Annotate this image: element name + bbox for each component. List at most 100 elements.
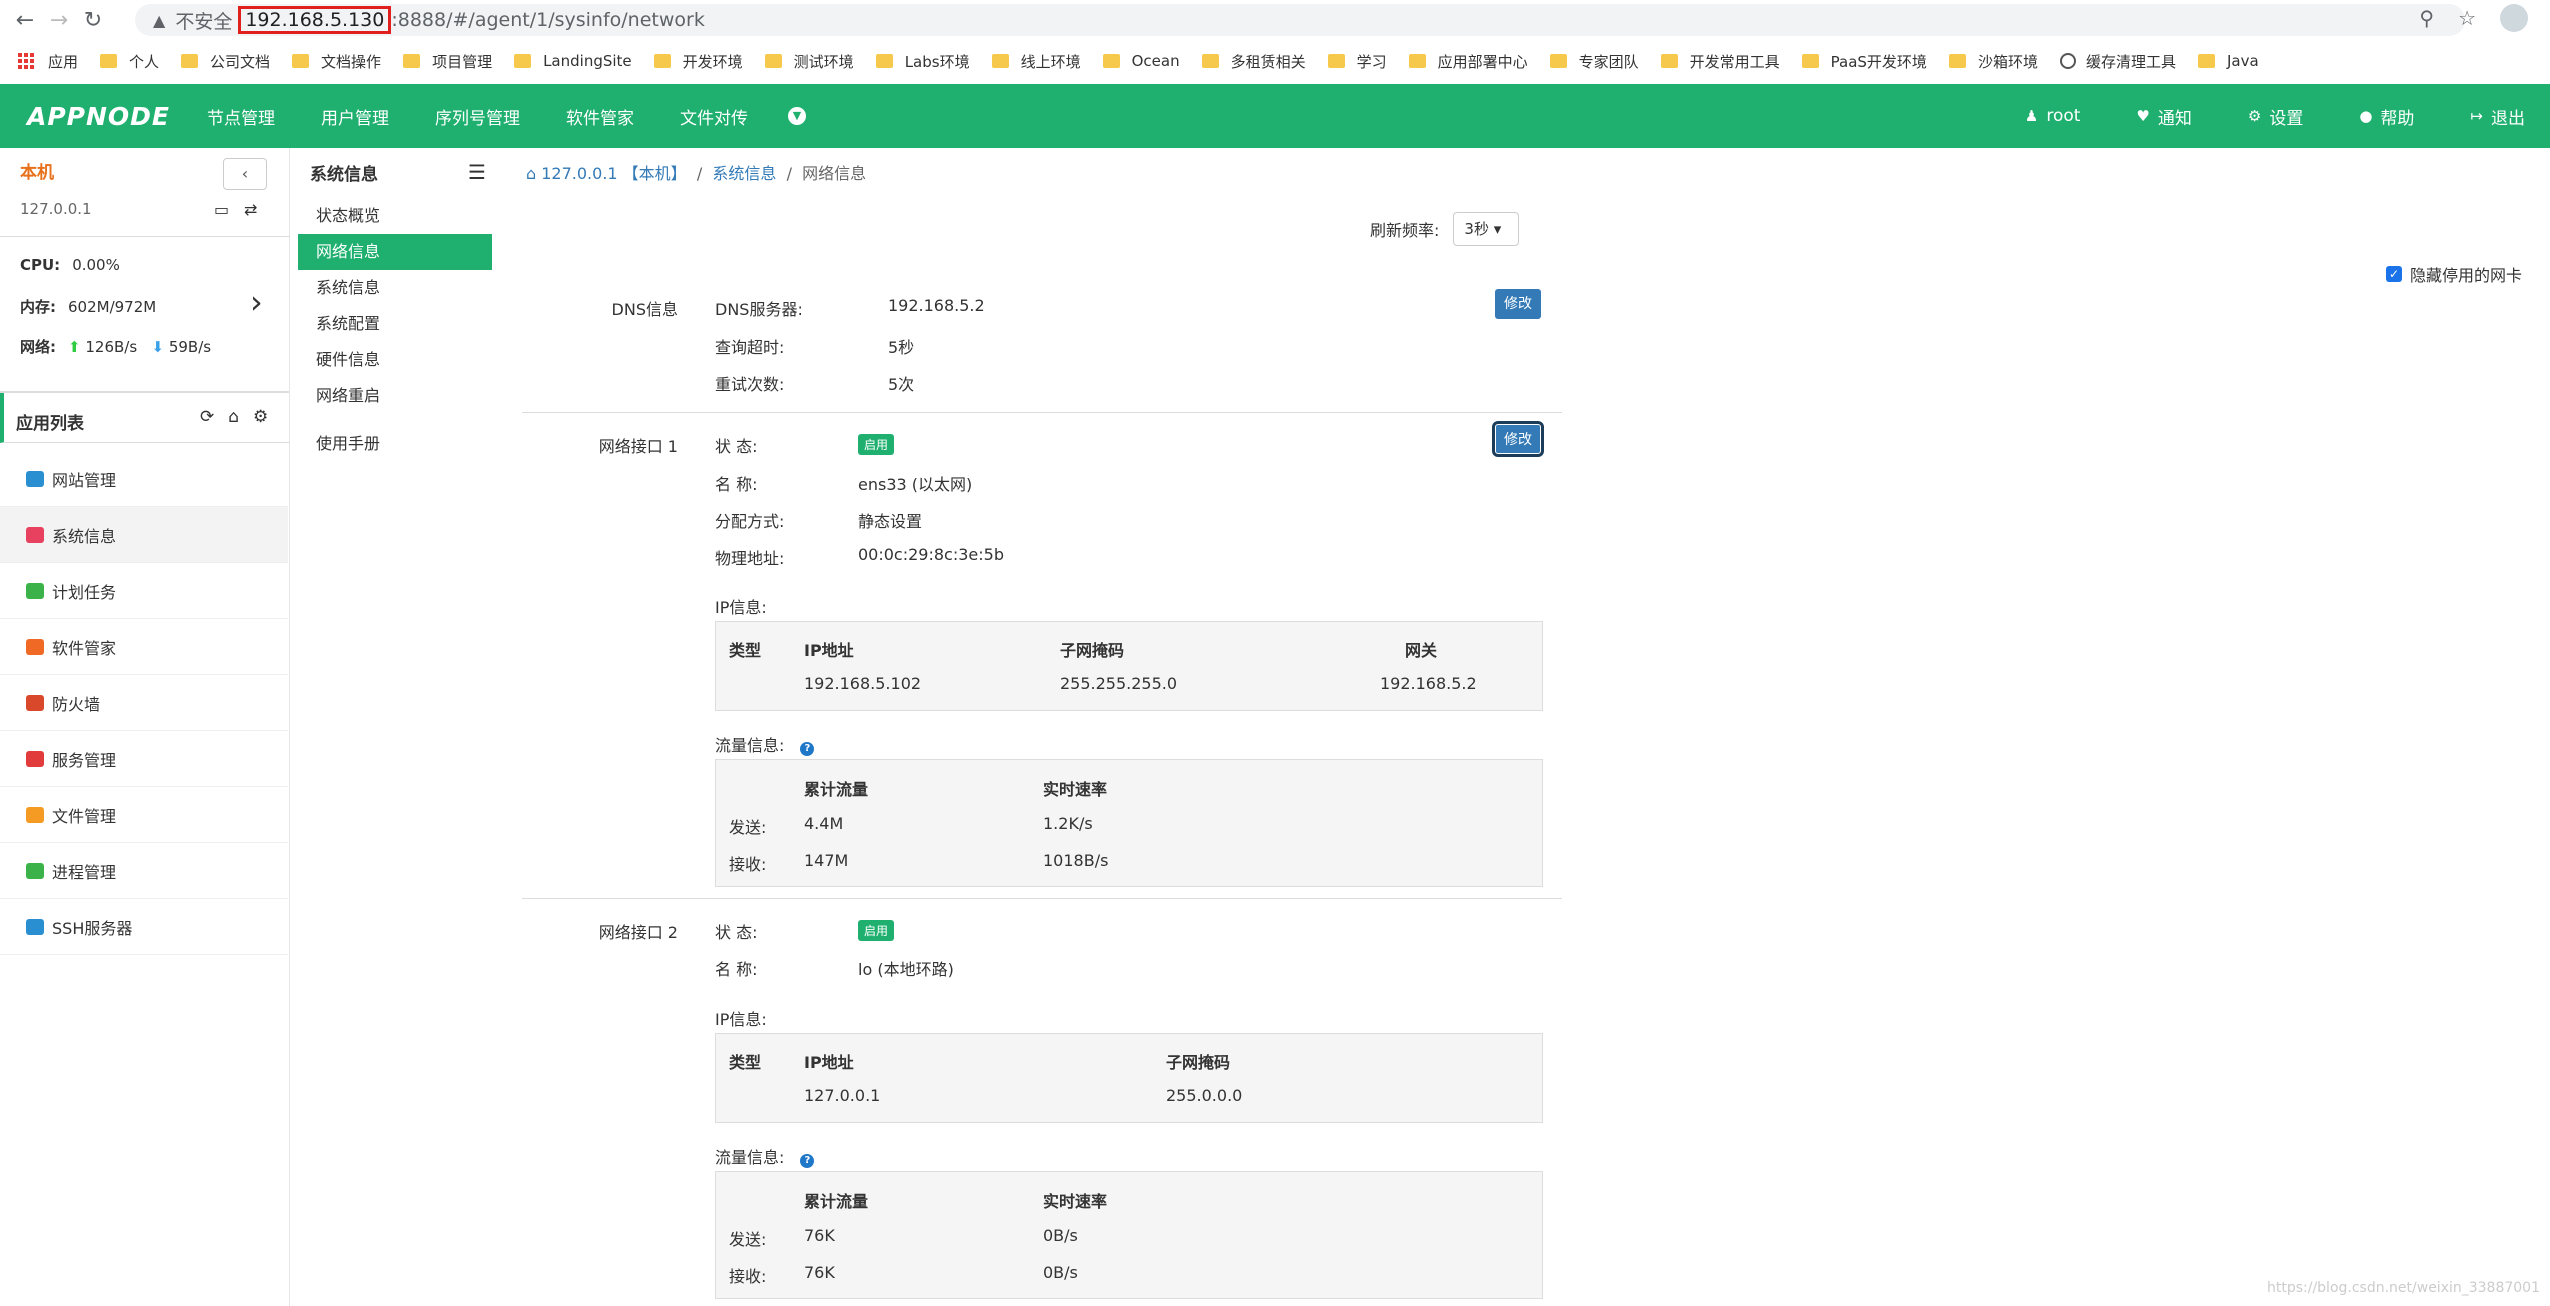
bookmark-folder[interactable]: Labs环境 [875, 51, 970, 72]
address-bar[interactable]: ▲ 不安全 192.168.5.130:8888/#/agent/1/sysin… [135, 4, 2465, 36]
forward-icon[interactable]: → [42, 8, 76, 33]
gear-icon[interactable]: ⚙ [253, 407, 268, 427]
bookmark-folder[interactable]: 应用部署中心 [1408, 51, 1528, 72]
bookmark-folder[interactable]: 项目管理 [403, 51, 492, 72]
col-ip: IP地址 [804, 1053, 854, 1072]
nic2-name-label: 名 称: [715, 960, 758, 979]
breadcrumb-host[interactable]: 127.0.0.1 【本机】 [541, 164, 686, 183]
bookmark-folder[interactable]: 测试环境 [764, 51, 854, 72]
nav-serial-management[interactable]: 序列号管理 [435, 104, 520, 129]
nav-file-transfer[interactable]: 文件对传 [680, 104, 748, 129]
host-title[interactable]: 本机 [20, 158, 54, 183]
app-list-actions: ⟳ ⌂ ⚙ [200, 407, 268, 427]
sidebar-item-sysinfo[interactable]: 系统信息 [0, 507, 288, 563]
profile-avatar[interactable] [2500, 4, 2528, 32]
sidebar-item-process[interactable]: 进程管理 [0, 843, 288, 899]
bookmark-folder[interactable]: 专家团队 [1549, 51, 1639, 72]
bookmark-folder[interactable]: 开发常用工具 [1660, 51, 1780, 72]
subnav-system[interactable]: 系统信息 [298, 270, 492, 306]
sidebar-item-cron[interactable]: 计划任务 [0, 563, 288, 619]
subnav-network[interactable]: 网络信息 [298, 234, 492, 270]
home-icon[interactable]: ⌂ [526, 164, 536, 183]
sidebar-item-website[interactable]: 网站管理 [0, 451, 288, 507]
sidebar-item-software[interactable]: 软件管家 [0, 619, 288, 675]
home-icon[interactable]: ⌂ [228, 407, 239, 427]
chevron-down-icon[interactable]: ▼ [788, 107, 806, 125]
settings-menu[interactable]: ⚙ 设置 [2248, 104, 2303, 129]
col-total: 累计流量 [804, 1192, 869, 1211]
bookmark-folder[interactable]: LandingSite [514, 52, 632, 70]
bookmark-folder[interactable]: 公司文档 [181, 51, 270, 72]
bookmark-folder[interactable]: 线上环境 [991, 51, 1081, 72]
nav-software-manager[interactable]: 软件管家 [566, 104, 634, 129]
user-menu[interactable]: ♟ root [2025, 106, 2081, 126]
help-icon[interactable]: ? [800, 742, 815, 756]
firewall-icon [26, 694, 44, 711]
url-host: 192.168.5.130 [238, 6, 392, 34]
nav-node-management[interactable]: 节点管理 [207, 104, 275, 129]
edit-nic1-button[interactable]: 修改 [1495, 424, 1541, 454]
bookmark-folder[interactable]: PaaS开发环境 [1801, 51, 1927, 72]
logout-menu[interactable]: ↦ 退出 [2470, 104, 2525, 129]
bookmark-label: PaaS开发环境 [1830, 52, 1927, 71]
hide-disabled-nic[interactable]: ✓ 隐藏停用的网卡 [2386, 262, 2522, 286]
dns-retry-value: 5次 [888, 375, 915, 394]
nic2-ip-table: 类型 IP地址 子网掩码 127.0.0.1 255.0.0.0 [715, 1033, 1543, 1123]
app-list-header: 应用列表 ⟳ ⌂ ⚙ [0, 393, 290, 443]
nic2-section-title: 网络接口 2 [598, 923, 678, 942]
bookmark-apps[interactable]: 应用 [18, 51, 78, 72]
bookmark-folder[interactable]: 沙箱环境 [1948, 51, 2038, 72]
nic1-gateway-value: 192.168.5.2 [1380, 674, 1477, 693]
help-icon[interactable]: ? [800, 1154, 815, 1168]
sidebar-item-firewall[interactable]: 防火墙 [0, 675, 288, 731]
app-logo[interactable]: APPNODE [27, 102, 207, 131]
mem-value: 602M/972M [68, 298, 157, 316]
key-icon[interactable]: ⚲ [2419, 6, 2434, 30]
star-icon[interactable]: ☆ [2458, 6, 2476, 30]
sysinfo-icon [26, 526, 44, 543]
bookmark-link[interactable]: 缓存清理工具 [2059, 51, 2176, 72]
reload-icon[interactable]: ↻ [76, 8, 110, 33]
sidebar-item-files[interactable]: 文件管理 [0, 787, 288, 843]
notify-menu[interactable]: ♥ 通知 [2136, 104, 2191, 129]
back-icon[interactable]: ← [8, 8, 42, 33]
bookmark-folder[interactable]: 个人 [100, 51, 159, 72]
switch-icon[interactable]: ⇄ [244, 200, 257, 219]
breadcrumb-section[interactable]: 系统信息 [712, 164, 776, 183]
nic2-traffic-label: 流量信息: [715, 1148, 785, 1167]
sidebar-item-services[interactable]: 服务管理 [0, 731, 288, 787]
sidebar: 本机 ‹ 127.0.0.1 ▭ ⇄ CPU: 0.00% 内存: 602M/972… [0, 148, 290, 1306]
nic2-recv-rate: 0B/s [1043, 1263, 1078, 1282]
edit-dns-button[interactable]: 修改 [1495, 289, 1541, 319]
bookmark-folder[interactable]: 学习 [1327, 51, 1387, 72]
col-ip: IP地址 [804, 641, 854, 660]
col-rate: 实时速率 [1043, 1192, 1108, 1211]
host-ip: 127.0.0.1 [20, 200, 92, 218]
website-icon [26, 470, 44, 487]
nav-user-management[interactable]: 用户管理 [321, 104, 389, 129]
nic2-traffic-table: 累计流量 实时速率 发送: 76K 0B/s 接收: 76K 0B/s [715, 1171, 1543, 1299]
menu-icon[interactable]: ☰ [468, 160, 486, 184]
terminal-icon[interactable]: ▭ [214, 200, 229, 219]
nic1-traffic-table: 累计流量 实时速率 发送: 4.4M 1.2K/s 接收: 147M 1018B… [715, 759, 1543, 887]
subnav-config[interactable]: 系统配置 [298, 306, 492, 342]
bookmark-folder[interactable]: 文档操作 [292, 51, 381, 72]
checkbox-checked[interactable]: ✓ [2386, 266, 2402, 282]
bookmark-folder[interactable]: Ocean [1102, 52, 1180, 70]
folder-icon [100, 54, 118, 68]
subnav-hardware[interactable]: 硬件信息 [298, 342, 492, 378]
subnav-network-restart[interactable]: 网络重启 [298, 378, 492, 414]
chevron-right-icon[interactable]: › [250, 283, 263, 321]
header-right: ♟ root ♥ 通知 ⚙ 设置 ● 帮助 ↦ 退出 [2025, 84, 2550, 148]
refresh-icon[interactable]: ⟳ [200, 407, 214, 427]
bookmark-folder[interactable]: Java [2197, 52, 2259, 70]
subnav-overview[interactable]: 状态概览 [298, 198, 492, 234]
refresh-select[interactable]: 3秒 ▾ [1453, 212, 1520, 246]
apps-grid-icon [18, 53, 34, 69]
help-menu[interactable]: ● 帮助 [2359, 104, 2414, 129]
sidebar-item-ssh[interactable]: SSH服务器 [0, 899, 288, 955]
bookmark-folder[interactable]: 多租赁相关 [1201, 51, 1306, 72]
collapse-button[interactable]: ‹ [223, 158, 267, 190]
subnav-manual[interactable]: 使用手册 [298, 426, 492, 462]
bookmark-folder[interactable]: 开发环境 [653, 51, 743, 72]
